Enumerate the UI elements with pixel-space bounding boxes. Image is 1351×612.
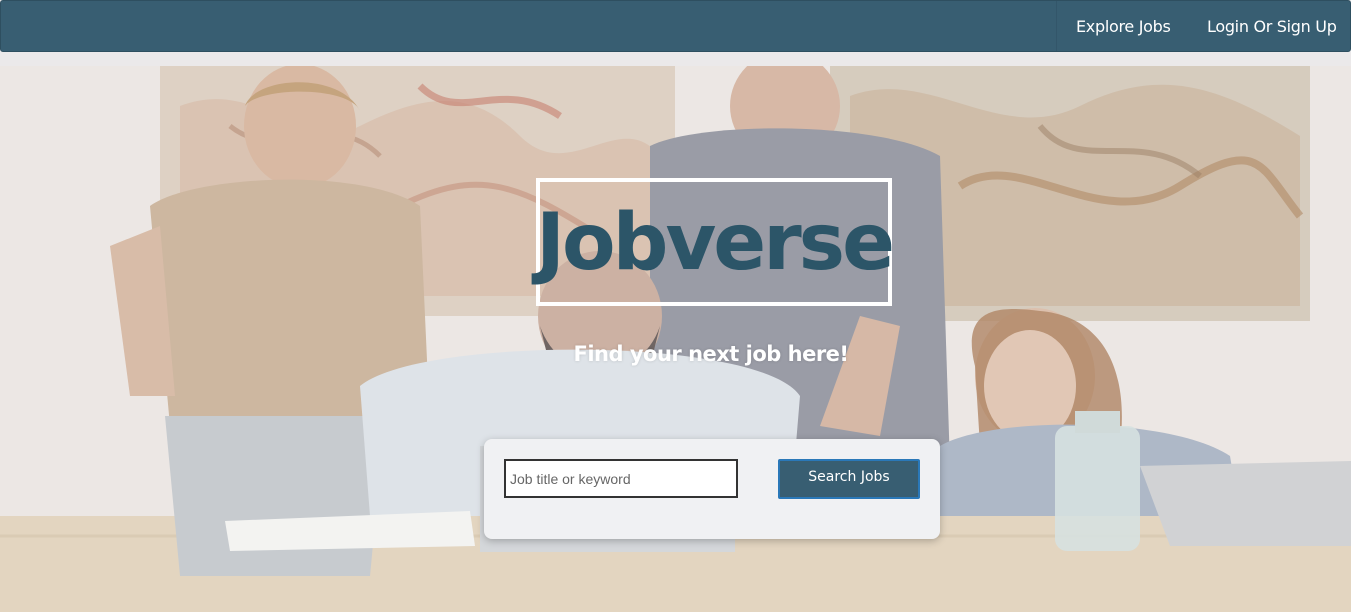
hero-section: Jobverse Find your next job here! Search…: [0, 66, 1351, 612]
nav-divider: [1056, 1, 1057, 51]
hero-tagline: Find your next job here!: [573, 342, 850, 366]
top-navbar: Explore Jobs Login Or Sign Up: [0, 0, 1351, 52]
login-signup-link[interactable]: Login Or Sign Up: [1207, 1, 1337, 51]
explore-jobs-link[interactable]: Explore Jobs: [1076, 1, 1171, 51]
search-jobs-button[interactable]: Search Jobs: [778, 459, 920, 499]
search-card: Search Jobs: [484, 439, 940, 539]
brand-title: Jobverse: [536, 198, 895, 288]
job-search-input[interactable]: [504, 459, 738, 498]
brand-box: Jobverse: [536, 178, 895, 306]
